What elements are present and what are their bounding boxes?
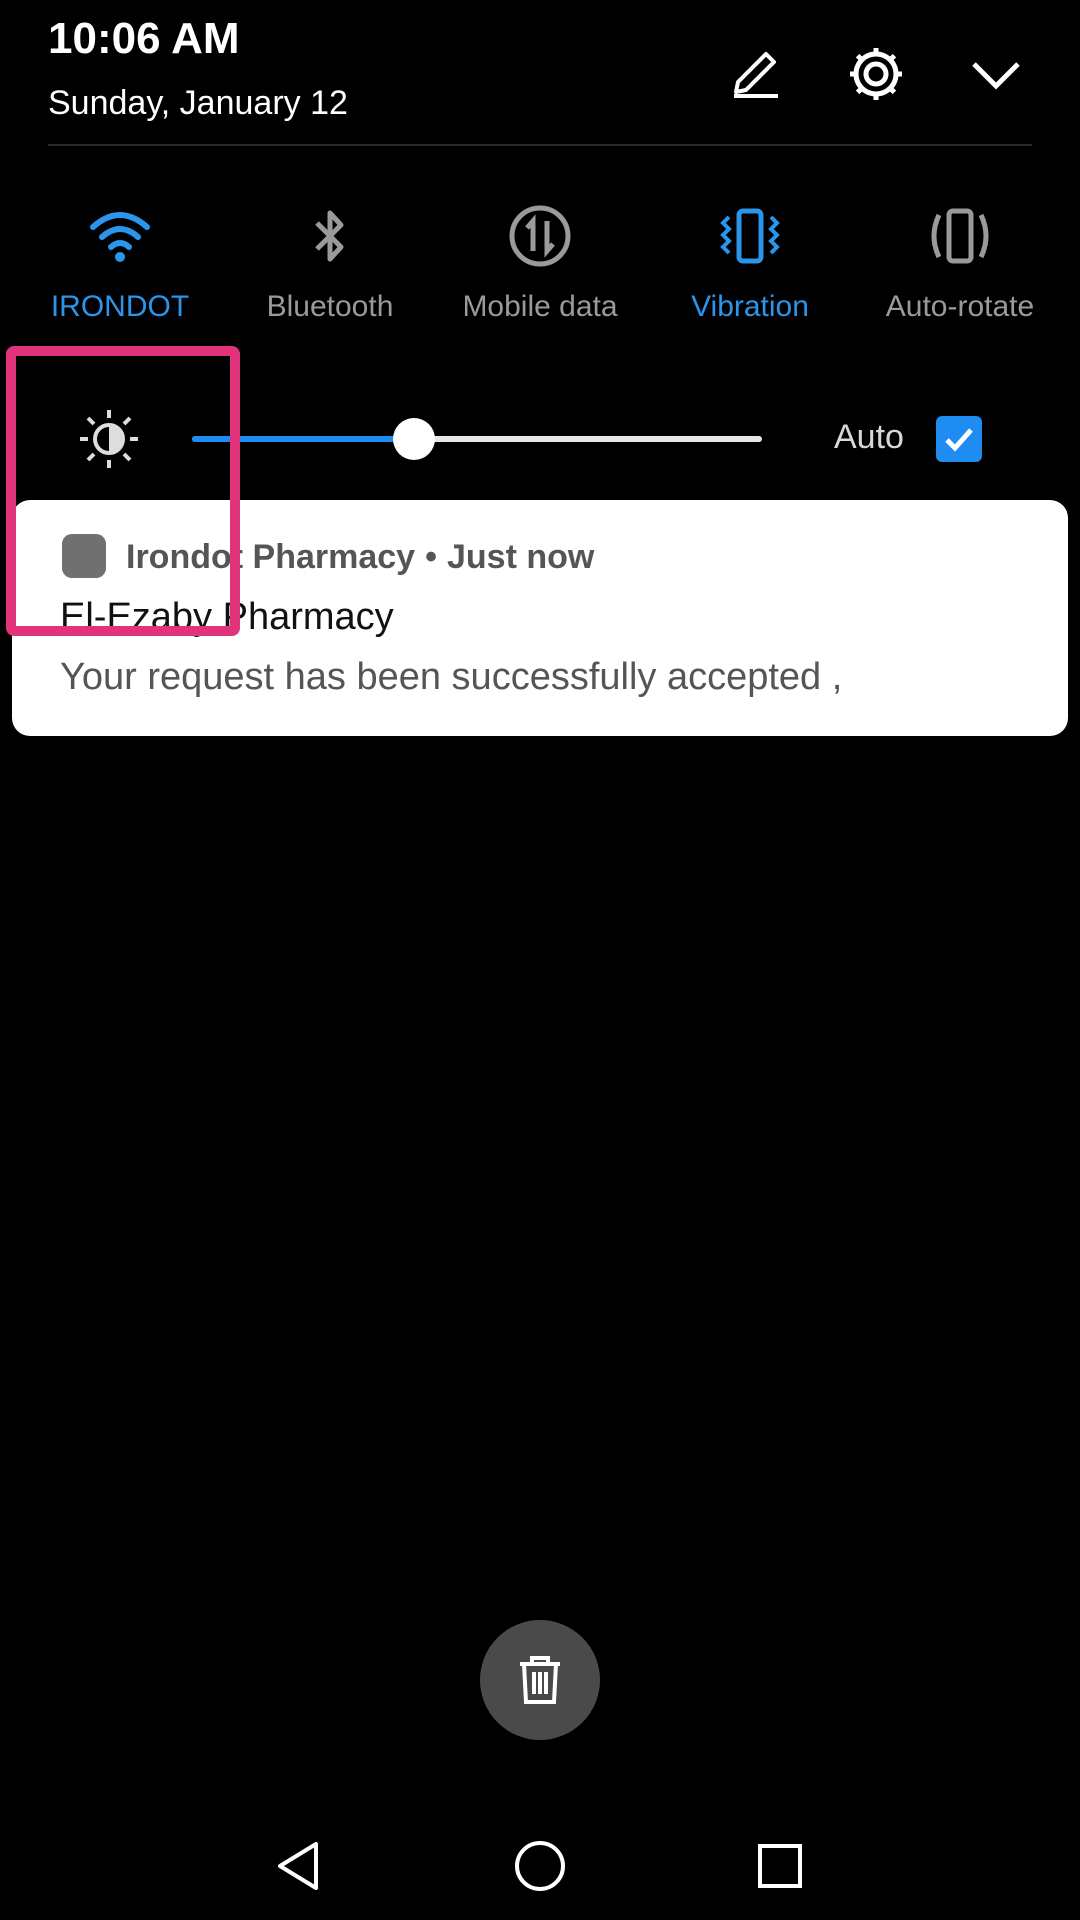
recents-button[interactable] <box>750 1836 810 1896</box>
toggle-label: Vibration <box>691 290 809 323</box>
toggle-wifi[interactable]: IRONDOT <box>15 196 225 336</box>
back-button[interactable] <box>270 1836 330 1896</box>
header-divider <box>48 144 1032 146</box>
notification-shade: 10:06 AM Sunday, January 12 IRONDOT Blue… <box>0 0 1080 1920</box>
bluetooth-icon <box>225 196 435 276</box>
toggle-auto-rotate[interactable]: Auto-rotate <box>855 196 1065 336</box>
toggle-label: IRONDOT <box>50 290 190 323</box>
toggle-label: Bluetooth <box>266 290 394 323</box>
notification-title: El-Ezaby Pharmacy <box>60 596 394 638</box>
notification-body: Your request has been successfully accep… <box>60 656 843 698</box>
trash-icon <box>520 1656 560 1704</box>
notification-time: Just now <box>446 538 595 576</box>
date-label: Sunday, January 12 <box>48 84 348 122</box>
edit-icon[interactable] <box>722 42 786 106</box>
recents-icon <box>758 1844 802 1888</box>
chevron-down-icon[interactable] <box>964 42 1028 106</box>
toggle-label: Auto-rotate <box>885 290 1035 323</box>
app-icon <box>62 534 106 578</box>
back-icon <box>278 1842 318 1890</box>
toggle-bluetooth[interactable]: Bluetooth <box>225 196 435 336</box>
notification-header: Irondot Pharmacy • Just now <box>126 538 594 577</box>
wifi-icon <box>15 196 225 276</box>
auto-brightness-label: Auto <box>834 418 904 456</box>
auto-brightness-checkbox[interactable] <box>936 416 982 462</box>
notification-app-name: Irondot Pharmacy <box>126 538 416 576</box>
brightness-slider[interactable] <box>192 414 762 464</box>
vibration-icon <box>645 196 855 276</box>
clock-time: 10:06 AM <box>48 14 240 63</box>
auto-rotate-icon <box>855 196 1065 276</box>
mobile-data-icon <box>435 196 645 276</box>
home-button[interactable] <box>510 1836 570 1896</box>
separator-dot: • <box>425 538 437 576</box>
clear-all-button[interactable] <box>480 1620 600 1740</box>
brightness-icon <box>78 408 140 470</box>
home-icon <box>515 1841 565 1891</box>
toggle-mobile-data[interactable]: Mobile data <box>435 196 645 336</box>
toggle-label: Mobile data <box>462 290 618 323</box>
gear-icon[interactable] <box>844 42 908 106</box>
toggle-vibration[interactable]: Vibration <box>645 196 855 336</box>
slider-thumb[interactable] <box>393 418 436 460</box>
slider-fill <box>192 436 415 442</box>
notification-card[interactable]: Irondot Pharmacy • Just now El-Ezaby Pharm… <box>12 500 1068 736</box>
quick-settings-toggles: IRONDOT Bluetooth Mobile data Vibration … <box>0 196 1080 336</box>
